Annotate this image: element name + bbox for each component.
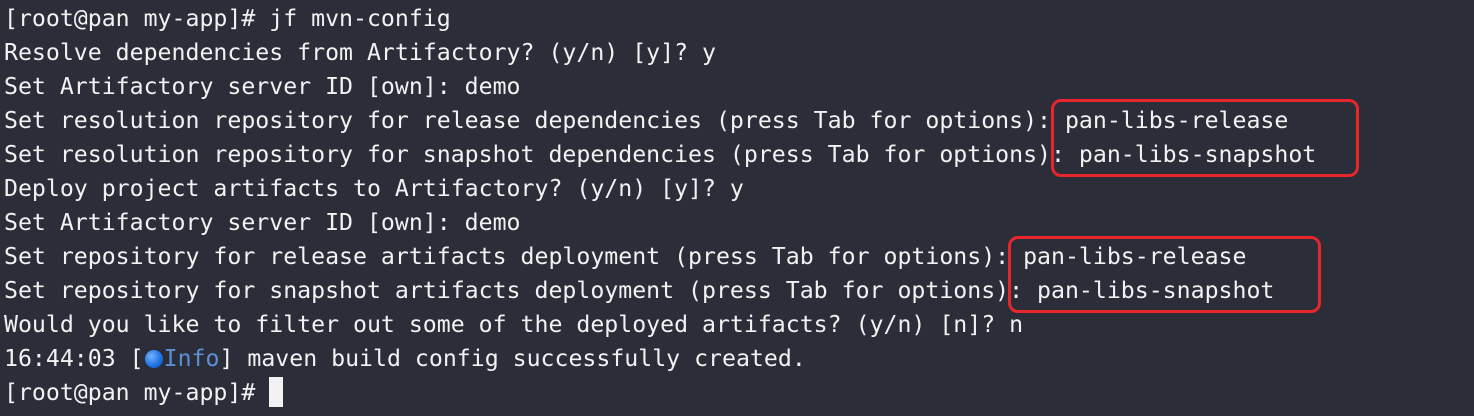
cursor: [269, 377, 284, 407]
highlight-box-deployment-repos: [1008, 236, 1321, 313]
terminal-line: Set Artifactory server ID [own]: demo: [4, 73, 521, 100]
terminal-line: Set Artifactory server ID [own]: demo: [4, 209, 521, 236]
terminal-line: [root@pan my-app]# jf mvn-config: [4, 5, 451, 32]
log-message: ] maven build config successfully create…: [219, 345, 806, 372]
log-timestamp: 16:44:03: [4, 345, 116, 372]
highlight-box-resolution-repos: [1051, 99, 1359, 177]
terminal-line: Would you like to filter out some of the…: [4, 311, 1024, 338]
terminal-line: Resolve dependencies from Artifactory? (…: [4, 39, 716, 66]
prompt-line[interactable]: [root@pan my-app]#: [4, 376, 284, 410]
log-line: 16:44:03 [ Info] maven build config succe…: [4, 342, 806, 376]
terminal-window[interactable]: [root@pan my-app]# jf mvn-config Resolve…: [0, 0, 1474, 416]
blue-circle-icon: [144, 350, 163, 368]
shell-prompt: [root@pan my-app]#: [4, 379, 256, 406]
log-level: Info: [163, 345, 220, 372]
log-open-bracket: [: [115, 345, 144, 372]
terminal-line: Deploy project artifacts to Artifactory?…: [4, 175, 744, 202]
